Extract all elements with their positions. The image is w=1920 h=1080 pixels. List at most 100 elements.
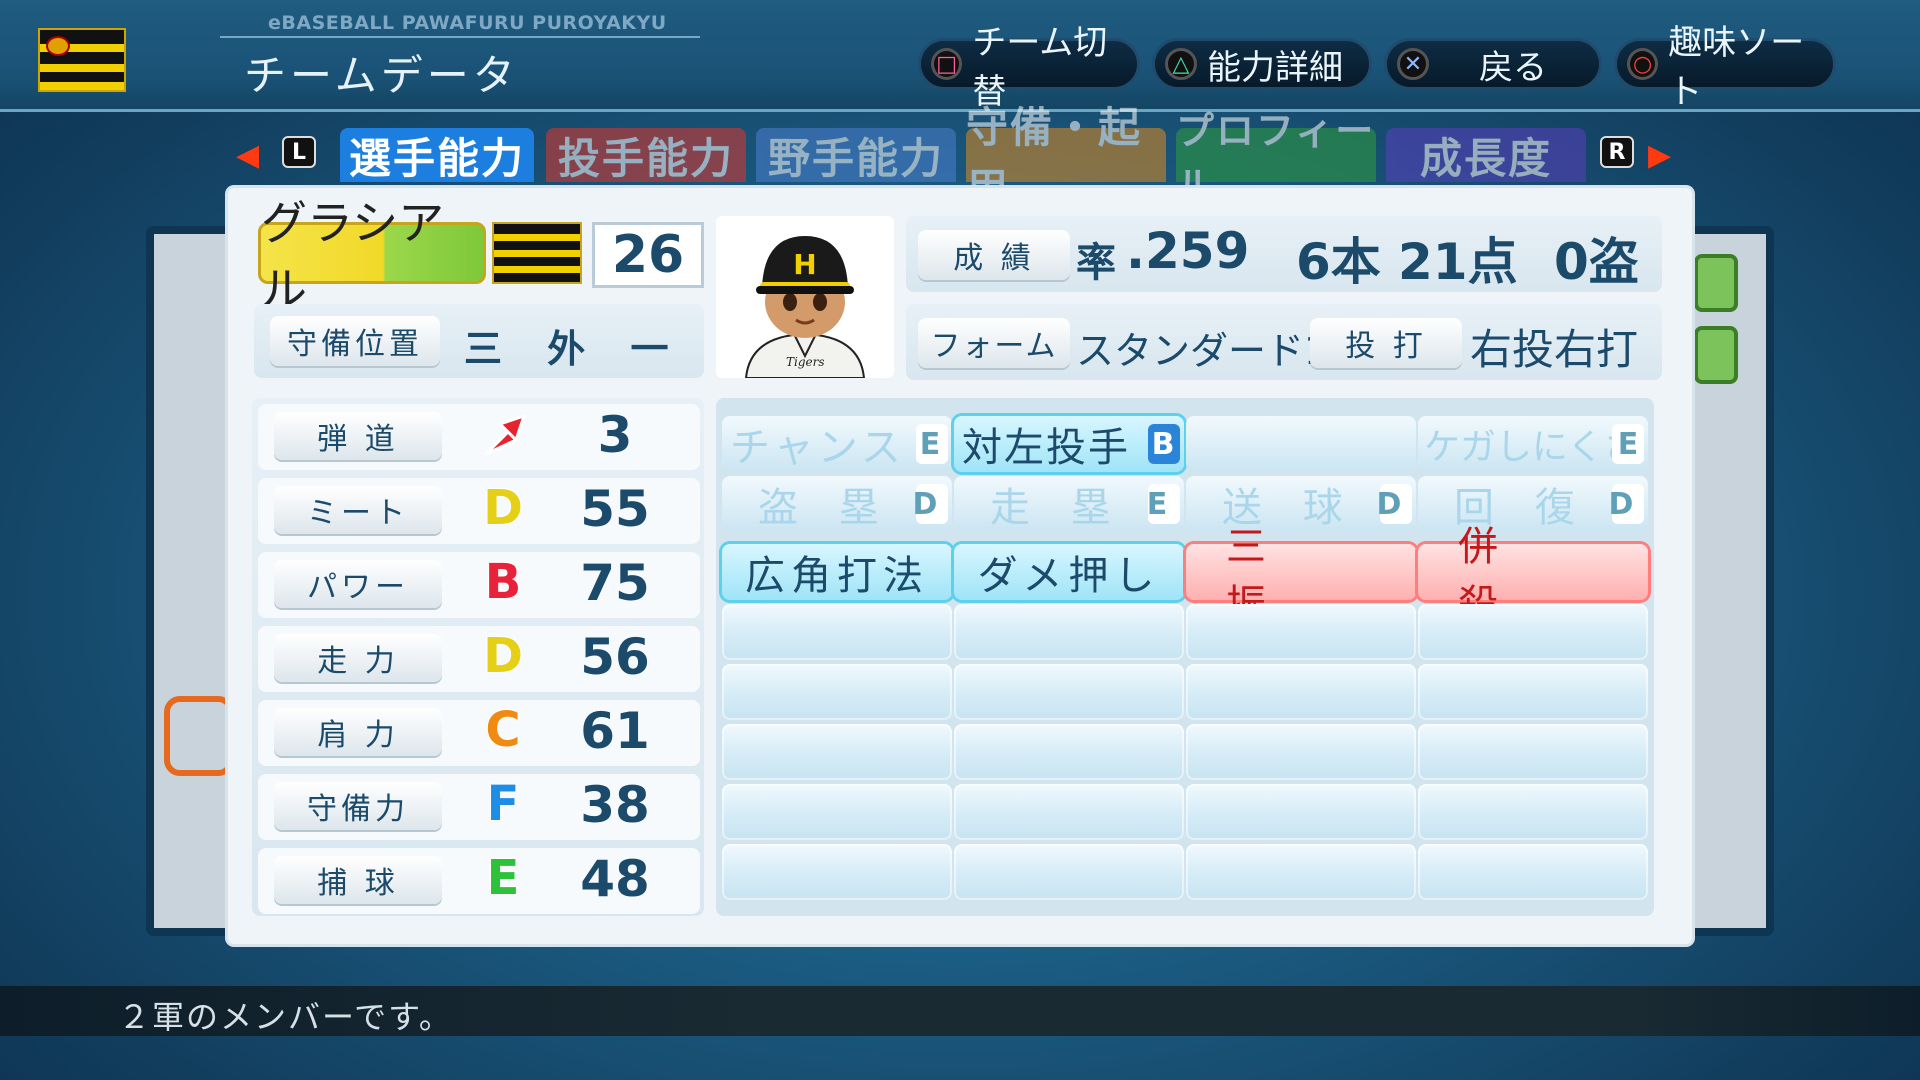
empty-skill-slot xyxy=(1186,724,1416,780)
skill-grade: D xyxy=(913,484,948,524)
skill-wide-angle-hitting[interactable]: 広角打法 xyxy=(722,544,952,600)
player-avatar-icon: Tigers H xyxy=(744,236,866,378)
skill-label: 広角打法 xyxy=(745,553,929,599)
tab-profile[interactable]: プロフィール xyxy=(1176,109,1376,208)
empty-skill-slot xyxy=(1418,784,1648,840)
skill-vs-lefty[interactable]: 対左投手 B xyxy=(954,416,1184,472)
switch-team-button[interactable]: □ チーム切替 xyxy=(918,23,1140,112)
cap-logo: H xyxy=(793,248,816,281)
ability-grade: E xyxy=(486,849,521,907)
empty-skill-slot xyxy=(1418,724,1648,780)
l-button-icon: L xyxy=(282,136,316,168)
home-runs: 6本 xyxy=(1296,233,1381,291)
position-values: 三 外 一 xyxy=(464,327,685,371)
tab-label: 投手能力 xyxy=(557,133,734,183)
skill-steal[interactable]: 盗 塁 D xyxy=(722,476,952,532)
hobby-sort-button[interactable]: ○ 趣味ソート xyxy=(1614,23,1836,112)
empty-skill-slot xyxy=(722,724,952,780)
empty-skill-slot xyxy=(954,664,1184,720)
ability-label: 走 力 xyxy=(274,634,442,682)
tab-pitcher-ability[interactable]: 投手能力 xyxy=(546,128,746,183)
trajectory-arrow-icon xyxy=(484,414,526,456)
tab-label: 選手能力 xyxy=(348,133,525,183)
ability-label: 捕 球 xyxy=(274,856,442,904)
ability-grade: D xyxy=(482,627,524,685)
square-button-icon: □ xyxy=(931,48,963,80)
ability-value: 48 xyxy=(580,850,650,908)
skill-grade: B xyxy=(1148,424,1180,464)
empty-skill-slot xyxy=(722,844,952,900)
ability-value: 55 xyxy=(580,480,650,538)
empty-skill-slot xyxy=(1186,844,1416,900)
title-divider xyxy=(220,36,700,38)
tab-label: 野手能力 xyxy=(767,133,944,183)
position-label: 守備位置 xyxy=(270,316,440,366)
game-brand: eBASEBALL PAWAFURU PUROYAKYU xyxy=(268,12,667,34)
side-tab-star-icon[interactable] xyxy=(1694,254,1738,312)
ability-label: 肩 力 xyxy=(274,708,442,756)
empty-skill-slot xyxy=(954,604,1184,660)
empty-skill-slot xyxy=(954,724,1184,780)
ability-value: 75 xyxy=(580,554,650,612)
player-name: グラシアル xyxy=(258,196,486,316)
ability-detail-button[interactable]: △ 能力詳細 xyxy=(1152,38,1372,90)
skill-label: チャンス xyxy=(730,425,905,471)
tab-next-arrow-icon[interactable]: ▶ xyxy=(1648,138,1671,173)
empty-skill-slot xyxy=(1186,604,1416,660)
ability-value: 3 xyxy=(597,406,633,464)
ability-value: 61 xyxy=(580,702,650,760)
throw-bat-value: 右投右打 xyxy=(1470,325,1639,374)
skill-chance[interactable]: チャンス E xyxy=(722,416,952,472)
skill-strikeout[interactable]: 三 振 xyxy=(1186,524,1416,628)
ability-value: 56 xyxy=(580,628,650,686)
empty-skill-slot xyxy=(722,784,952,840)
tab-prev-arrow-icon[interactable]: ◀ xyxy=(236,138,259,173)
cross-button-icon: ✕ xyxy=(1397,48,1429,80)
ability-detail-label: 能力詳細 xyxy=(1207,47,1343,88)
skill-grade: E xyxy=(1612,424,1644,464)
skill-injury-resistance[interactable]: ケガしにくさ E xyxy=(1418,416,1648,472)
skill-grade: E xyxy=(1147,484,1180,524)
empty-skill-slot xyxy=(954,844,1184,900)
back-button[interactable]: ✕ 戻る xyxy=(1384,38,1602,90)
skill-label: 走 塁 xyxy=(990,485,1125,531)
skill-label: ダメ押し xyxy=(977,553,1161,599)
batting-average: .259 xyxy=(1126,222,1250,280)
tab-fielder-ability[interactable]: 野手能力 xyxy=(756,128,956,183)
side-tab[interactable] xyxy=(1694,326,1738,384)
r-button-icon: R xyxy=(1600,136,1634,168)
ability-label: ミート xyxy=(274,486,442,534)
ability-value: 38 xyxy=(580,776,650,834)
jersey-text: Tigers xyxy=(786,355,825,369)
skill-double-play[interactable]: 併 殺 xyxy=(1418,524,1648,628)
throw-bat-label: 投 打 xyxy=(1310,318,1462,368)
rbi: 21点 xyxy=(1398,233,1518,291)
side-tab-left[interactable] xyxy=(164,696,234,776)
skill-empty xyxy=(1186,416,1416,472)
empty-skill-slot xyxy=(722,604,952,660)
avg-label: 率 xyxy=(1076,240,1116,286)
hobby-sort-label: 趣味ソート xyxy=(1668,23,1805,112)
empty-skill-slot xyxy=(1186,784,1416,840)
circle-button-icon: ○ xyxy=(1627,48,1659,80)
team-flag-icon xyxy=(492,222,582,284)
ability-label: 守備力 xyxy=(274,782,442,830)
skill-label: ケガしにくさ xyxy=(1424,427,1640,468)
empty-skill-slot xyxy=(1418,604,1648,660)
tab-growth[interactable]: 成長度 xyxy=(1386,128,1586,183)
team-logo xyxy=(38,28,126,92)
ability-label: パワー xyxy=(274,560,442,608)
form-label: フォーム xyxy=(918,318,1070,368)
empty-skill-slot xyxy=(1418,664,1648,720)
ability-grade: B xyxy=(484,553,523,611)
skill-insurance-run[interactable]: ダメ押し xyxy=(954,544,1184,600)
empty-skill-slot xyxy=(1186,664,1416,720)
ability-grade: C xyxy=(484,701,521,759)
tab-defense-usage[interactable]: 守備・起用 xyxy=(966,103,1166,213)
player-portrait: Tigers H xyxy=(716,216,894,378)
uniform-number: 26 xyxy=(592,222,704,288)
skill-label: 対左投手 xyxy=(962,425,1130,471)
tab-player-ability[interactable]: 選手能力 xyxy=(340,128,534,183)
stats-label: 成 績 xyxy=(918,230,1070,280)
skill-baserunning[interactable]: 走 塁 E xyxy=(954,476,1184,532)
